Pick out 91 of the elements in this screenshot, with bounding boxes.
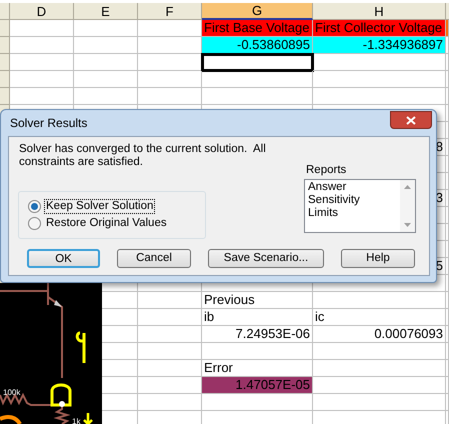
empty-cell[interactable] — [138, 88, 202, 105]
empty-cell[interactable] — [446, 173, 449, 190]
window-title: Solver Results — [10, 115, 88, 132]
empty-cell[interactable] — [74, 71, 138, 88]
empty-cell[interactable] — [138, 326, 202, 343]
empty-cell[interactable] — [446, 326, 449, 343]
row-header[interactable] — [0, 54, 10, 71]
empty-cell[interactable] — [446, 224, 449, 241]
row-header[interactable] — [0, 88, 10, 105]
empty-cell[interactable] — [446, 275, 449, 292]
scroll-down-icon — [404, 223, 411, 227]
message-text: Solver has converged to the current solution. All constraints are satisfied. — [19, 143, 267, 169]
empty-cell[interactable] — [138, 360, 202, 377]
empty-cell[interactable] — [202, 343, 313, 360]
empty-cell[interactable] — [74, 37, 138, 54]
empty-cell[interactable] — [446, 207, 449, 224]
empty-cell[interactable] — [313, 88, 446, 105]
empty-cell[interactable] — [313, 394, 446, 411]
empty-cell[interactable] — [313, 71, 446, 88]
table-cell[interactable]: -0.53860895 — [202, 37, 313, 54]
row-header[interactable] — [0, 37, 10, 54]
list-item[interactable]: Limits — [308, 207, 400, 220]
column-header[interactable]: G — [202, 3, 313, 20]
table-cell[interactable]: 7.24953E-06 — [202, 326, 313, 343]
empty-cell[interactable] — [446, 292, 449, 309]
empty-cell[interactable] — [446, 54, 449, 71]
empty-cell[interactable] — [446, 411, 449, 424]
empty-cell[interactable] — [313, 292, 446, 309]
empty-cell[interactable] — [446, 122, 449, 139]
empty-cell[interactable] — [74, 88, 138, 105]
empty-cell[interactable] — [446, 360, 449, 377]
empty-cell[interactable] — [202, 88, 313, 105]
empty-cell[interactable] — [313, 360, 446, 377]
empty-cell[interactable] — [446, 309, 449, 326]
empty-cell[interactable] — [446, 377, 449, 394]
row-header[interactable] — [0, 20, 10, 37]
empty-cell[interactable] — [313, 54, 446, 71]
empty-cell[interactable] — [313, 343, 446, 360]
reports-label: Reports — [306, 163, 346, 177]
list-item[interactable]: Sensitivity — [308, 194, 400, 207]
table-cell[interactable]: Previous — [202, 292, 313, 309]
radio-button[interactable] — [28, 200, 41, 213]
list-item[interactable]: Answer — [308, 181, 400, 194]
table-cell[interactable]: ic — [313, 309, 446, 326]
empty-cell[interactable] — [138, 343, 202, 360]
column-header[interactable]: F — [138, 3, 202, 20]
empty-cell[interactable] — [138, 309, 202, 326]
filled-cell[interactable] — [446, 20, 449, 37]
empty-cell[interactable] — [446, 258, 449, 275]
radio-button[interactable] — [28, 217, 41, 230]
empty-cell[interactable] — [446, 156, 449, 173]
column-header[interactable]: H — [313, 3, 446, 20]
column-header[interactable]: E — [74, 3, 138, 20]
empty-cell[interactable] — [446, 88, 449, 105]
table-cell[interactable]: First Collector Voltage — [313, 20, 446, 37]
table-cell[interactable]: -1.334936897 — [313, 37, 446, 54]
resistor-label: 100k — [3, 388, 20, 397]
empty-cell[interactable] — [446, 71, 449, 88]
dialog-button[interactable]: Help — [341, 249, 415, 268]
empty-cell[interactable] — [138, 292, 202, 309]
scrollbar[interactable] — [400, 180, 415, 232]
scroll-up-icon — [404, 185, 411, 189]
empty-cell[interactable] — [446, 343, 449, 360]
empty-cell[interactable] — [138, 394, 202, 411]
close-icon — [406, 116, 416, 124]
select-all-corner[interactable] — [0, 3, 10, 20]
column-header[interactable] — [446, 3, 449, 20]
active-cell[interactable] — [202, 54, 313, 71]
empty-cell[interactable] — [446, 105, 449, 122]
empty-cell[interactable] — [202, 394, 313, 411]
empty-cell[interactable] — [446, 139, 449, 156]
empty-cell[interactable] — [74, 54, 138, 71]
dialog-button[interactable]: Cancel — [117, 249, 191, 268]
option-label[interactable]: Keep Solver Solution — [45, 200, 154, 213]
empty-cell[interactable] — [446, 394, 449, 411]
column-header[interactable]: D — [10, 3, 74, 20]
dialog-button[interactable]: OK — [27, 249, 100, 268]
option-label[interactable]: Restore Original Values — [45, 217, 168, 230]
empty-cell[interactable] — [74, 20, 138, 37]
reports-list[interactable]: Answer Sensitivity Limits — [304, 179, 416, 233]
row-header[interactable] — [0, 71, 10, 88]
empty-cell[interactable] — [202, 71, 313, 88]
table-cell[interactable]: ib — [202, 309, 313, 326]
table-cell[interactable]: 0.00076093 — [313, 326, 446, 343]
close-button[interactable] — [390, 111, 432, 129]
empty-cell[interactable] — [138, 71, 202, 88]
dialog-button[interactable]: Save Scenario... — [208, 249, 324, 268]
empty-cell[interactable] — [446, 190, 449, 207]
table-cell[interactable]: First Base Voltage — [202, 20, 313, 37]
resistor-label: 1k — [72, 417, 80, 424]
empty-cell[interactable] — [446, 241, 449, 258]
